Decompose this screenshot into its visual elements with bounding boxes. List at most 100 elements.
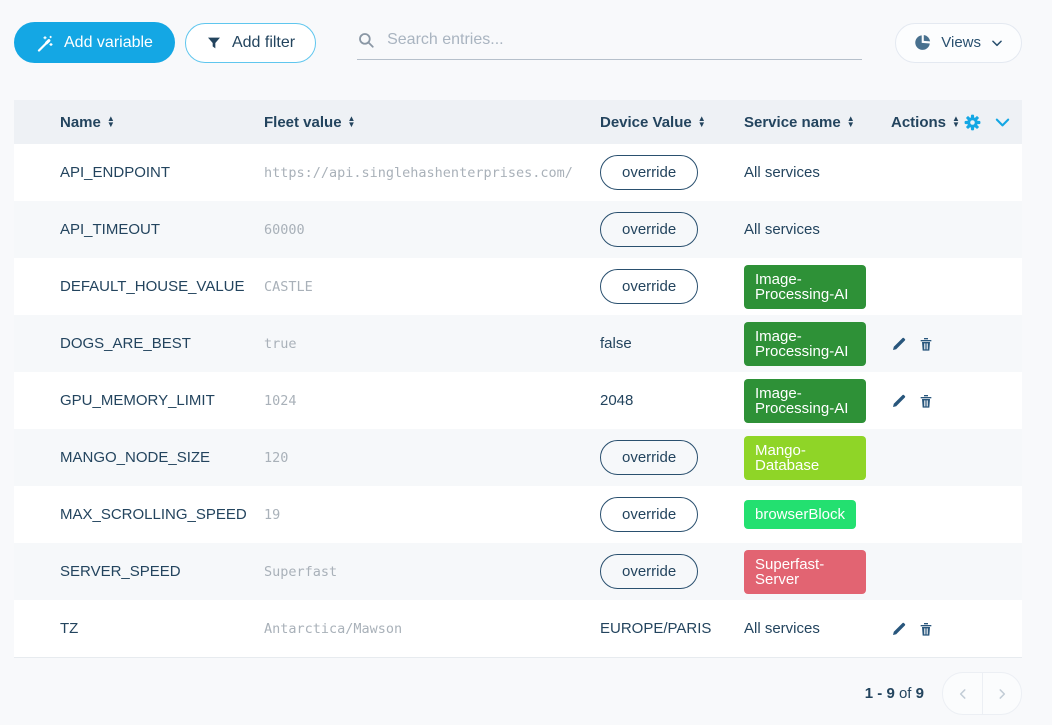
chevron-left-icon xyxy=(956,687,970,701)
device-value-cell: override xyxy=(600,155,744,190)
variable-name: API_TIMEOUT xyxy=(60,221,264,238)
override-button[interactable]: override xyxy=(600,155,698,190)
table-row[interactable]: GPU_MEMORY_LIMIT 1024 2048 Image-Process… xyxy=(14,372,1022,429)
chevron-down-icon xyxy=(990,36,1004,50)
table-row[interactable]: DEFAULT_HOUSE_VALUE CASTLE override Imag… xyxy=(14,258,1022,315)
row-actions xyxy=(891,393,963,409)
service-badge: Mango-Database xyxy=(744,436,866,480)
gear-icon[interactable] xyxy=(963,113,982,132)
override-button[interactable]: override xyxy=(600,554,698,589)
search-input[interactable] xyxy=(385,30,862,50)
add-filter-button[interactable]: Add filter xyxy=(185,23,316,63)
variable-name: API_ENDPOINT xyxy=(60,164,264,181)
delete-trash-icon[interactable] xyxy=(918,621,934,637)
previous-page-button[interactable] xyxy=(943,673,982,714)
variable-name: DOGS_ARE_BEST xyxy=(60,335,264,352)
device-value-cell: EUROPE/PARIS xyxy=(600,620,744,637)
table-row[interactable]: API_TIMEOUT 60000 override All services xyxy=(14,201,1022,258)
table-header: Name ▲▼ Fleet value ▲▼ Device Value ▲▼ S… xyxy=(14,100,1022,144)
override-button[interactable]: override xyxy=(600,497,698,532)
table-row[interactable]: MAX_SCROLLING_SPEED 19 override browserB… xyxy=(14,486,1022,543)
table-row[interactable]: MANGO_NODE_SIZE 120 override Mango-Datab… xyxy=(14,429,1022,486)
fleet-value: 1024 xyxy=(264,393,600,409)
device-value-cell: override xyxy=(600,269,744,304)
views-button[interactable]: Views xyxy=(895,23,1022,63)
collapse-chevron-down-icon[interactable] xyxy=(994,114,1011,131)
override-button[interactable]: override xyxy=(600,212,698,247)
table-body: API_ENDPOINT https://api.singlehashenter… xyxy=(14,144,1022,657)
column-label: Device Value xyxy=(600,114,692,131)
fleet-value: CASTLE xyxy=(264,279,600,295)
pie-chart-icon xyxy=(913,33,932,52)
delete-trash-icon[interactable] xyxy=(918,336,934,352)
magic-wand-icon xyxy=(36,34,54,52)
add-variable-button[interactable]: Add variable xyxy=(14,22,175,63)
column-label: Fleet value xyxy=(264,114,342,131)
service-badge: Image-Processing-AI xyxy=(744,379,866,423)
variables-table: Name ▲▼ Fleet value ▲▼ Device Value ▲▼ S… xyxy=(14,100,1022,658)
service-name-cell: browserBlock xyxy=(744,500,891,529)
fleet-value: 120 xyxy=(264,450,600,466)
device-value-cell: override xyxy=(600,212,744,247)
column-header-name[interactable]: Name ▲▼ xyxy=(60,114,264,131)
service-name-cell: Mango-Database xyxy=(744,436,891,480)
column-header-fleet-value[interactable]: Fleet value ▲▼ xyxy=(264,114,600,131)
service-name-cell: All services xyxy=(744,620,891,637)
column-header-device-value[interactable]: Device Value ▲▼ xyxy=(600,114,744,131)
variable-name: GPU_MEMORY_LIMIT xyxy=(60,392,264,409)
column-header-actions[interactable]: Actions ▲▼ xyxy=(891,114,963,131)
toolbar: Add variable Add filter Views xyxy=(0,0,1052,63)
service-badge: Image-Processing-AI xyxy=(744,322,866,366)
device-value-cell: 2048 xyxy=(600,392,744,409)
table-row[interactable]: SERVER_SPEED Superfast override Superfas… xyxy=(14,543,1022,600)
row-actions xyxy=(891,621,963,637)
views-label: Views xyxy=(941,34,981,51)
variable-name: SERVER_SPEED xyxy=(60,563,264,580)
sort-icon: ▲▼ xyxy=(698,116,706,128)
fleet-value: Antarctica/Mawson xyxy=(264,621,600,637)
column-label: Service name xyxy=(744,114,841,131)
fleet-value: Superfast xyxy=(264,564,600,580)
sort-icon: ▲▼ xyxy=(348,116,356,128)
service-badge: Image-Processing-AI xyxy=(744,265,866,309)
search-box xyxy=(357,30,862,60)
edit-pencil-icon[interactable] xyxy=(891,393,907,409)
service-name-cell: Image-Processing-AI xyxy=(744,322,891,366)
row-actions xyxy=(891,336,963,352)
column-label: Name xyxy=(60,114,101,131)
fleet-value: 19 xyxy=(264,507,600,523)
table-row[interactable]: TZ Antarctica/Mawson EUROPE/PARIS All se… xyxy=(14,600,1022,657)
table-row[interactable]: DOGS_ARE_BEST true false Image-Processin… xyxy=(14,315,1022,372)
device-value: EUROPE/PARIS xyxy=(600,620,711,637)
fleet-value: true xyxy=(264,336,600,352)
pagination: 1 - 9 of 9 xyxy=(0,658,1052,715)
next-page-button[interactable] xyxy=(982,673,1021,714)
service-badge: Superfast-Server xyxy=(744,550,866,594)
service-name-cell: Image-Processing-AI xyxy=(744,379,891,423)
table-row[interactable]: API_ENDPOINT https://api.singlehashenter… xyxy=(14,144,1022,201)
column-header-service-name[interactable]: Service name ▲▼ xyxy=(744,114,891,131)
service-name-cell: All services xyxy=(744,221,891,238)
page-of-label: of xyxy=(899,685,912,702)
column-label: Actions xyxy=(891,114,946,131)
override-button[interactable]: override xyxy=(600,440,698,475)
edit-pencil-icon[interactable] xyxy=(891,621,907,637)
service-name-cell: Image-Processing-AI xyxy=(744,265,891,309)
sort-icon: ▲▼ xyxy=(952,116,960,128)
pager xyxy=(942,672,1022,715)
device-value-cell: override xyxy=(600,554,744,589)
delete-trash-icon[interactable] xyxy=(918,393,934,409)
edit-pencil-icon[interactable] xyxy=(891,336,907,352)
page-range: 1 - 9 xyxy=(865,685,895,702)
sort-icon: ▲▼ xyxy=(847,116,855,128)
sort-icon: ▲▼ xyxy=(107,116,115,128)
device-value-cell: false xyxy=(600,335,744,352)
service-name: All services xyxy=(744,164,820,181)
add-variable-label: Add variable xyxy=(64,34,153,52)
page-total: 9 xyxy=(916,685,924,702)
device-value-cell: override xyxy=(600,440,744,475)
override-button[interactable]: override xyxy=(600,269,698,304)
variable-name: TZ xyxy=(60,620,264,637)
fleet-value: 60000 xyxy=(264,222,600,238)
service-name: All services xyxy=(744,620,820,637)
